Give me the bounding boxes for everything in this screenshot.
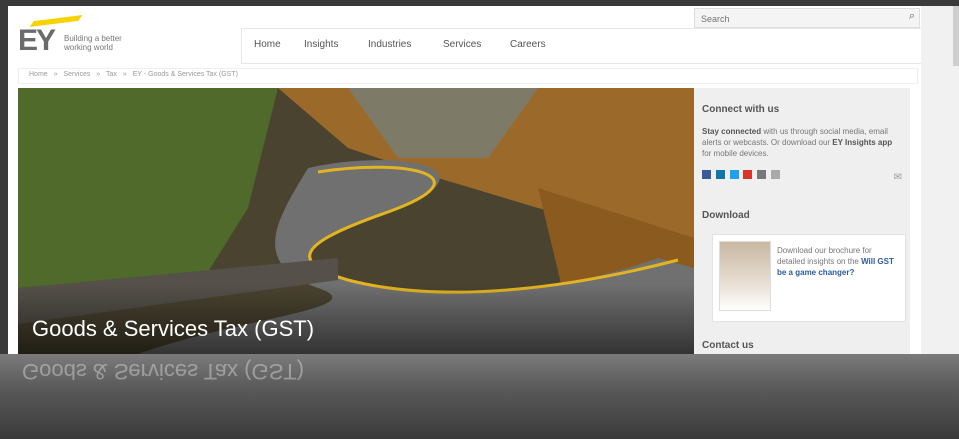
right-scrollbar[interactable] xyxy=(921,6,959,354)
scrollbar-thumb[interactable] xyxy=(953,6,959,66)
email-alerts-icon[interactable] xyxy=(757,170,767,179)
connect-strong: Stay connected xyxy=(702,127,762,136)
download-body: Download our brochure for detailed insig… xyxy=(777,246,872,266)
breadcrumb-separator: » xyxy=(53,71,58,78)
reflection-title: Goods & Services Tax (GST) xyxy=(22,359,305,384)
nav-industries[interactable]: Industries xyxy=(368,39,411,50)
facebook-icon[interactable] xyxy=(702,170,711,179)
breadcrumb-tax[interactable]: Tax xyxy=(106,71,117,78)
connect-text: Stay connected with us through social me… xyxy=(702,126,898,159)
breadcrumb-services[interactable]: Services xyxy=(64,71,91,78)
logo-mark: EY xyxy=(18,24,56,57)
twitter-icon[interactable] xyxy=(729,170,739,179)
connect-end: for mobile devices. xyxy=(702,149,769,158)
logo-tagline: Building a better working world xyxy=(64,34,122,52)
linkedin-icon[interactable] xyxy=(715,170,725,179)
download-box: Download our brochure for detailed insig… xyxy=(712,234,906,322)
youtube-icon[interactable] xyxy=(743,170,753,179)
web-page: EY Building a better working world ⌕ Hom… xyxy=(8,6,921,354)
page-reflection: Goods & Services Tax (GST) xyxy=(0,354,959,439)
hero-title: Goods & Services Tax (GST) xyxy=(32,316,315,341)
main-nav: Home Insights Industries Services Career… xyxy=(241,28,921,64)
mail-icon[interactable]: ✉ xyxy=(894,172,902,183)
download-text: Download our brochure for detailed insig… xyxy=(777,245,897,278)
search-icon[interactable]: ⌕ xyxy=(909,10,915,23)
right-sidebar: Connect with us Stay connected with us t… xyxy=(694,88,910,354)
connect-title: Connect with us xyxy=(702,104,780,115)
breadcrumb-home[interactable]: Home xyxy=(29,71,48,78)
nav-careers[interactable]: Careers xyxy=(510,39,546,50)
contact-title: Contact us xyxy=(702,340,754,351)
search-input[interactable] xyxy=(695,11,897,27)
breadcrumb-separator: » xyxy=(96,71,101,78)
nav-services[interactable]: Services xyxy=(443,39,481,50)
breadcrumb-current: EY - Goods & Services Tax (GST) xyxy=(132,71,238,78)
ey-logo[interactable]: EY Building a better working world xyxy=(14,12,144,62)
mobile-app-icon[interactable] xyxy=(770,170,780,179)
brochure-thumbnail[interactable] xyxy=(719,241,771,311)
nav-home[interactable]: Home xyxy=(254,39,281,50)
social-icons xyxy=(702,170,781,182)
download-title: Download xyxy=(702,210,750,221)
ey-insights-app-link[interactable]: EY Insights app xyxy=(832,138,892,147)
breadcrumb-separator: » xyxy=(122,71,127,78)
breadcrumb: Home » Services » Tax » EY - Goods & Ser… xyxy=(18,68,918,84)
nav-insights[interactable]: Insights xyxy=(304,39,338,50)
hero-banner: Goods & Services Tax (GST) xyxy=(18,88,694,354)
search-box: ⌕ xyxy=(694,8,920,28)
